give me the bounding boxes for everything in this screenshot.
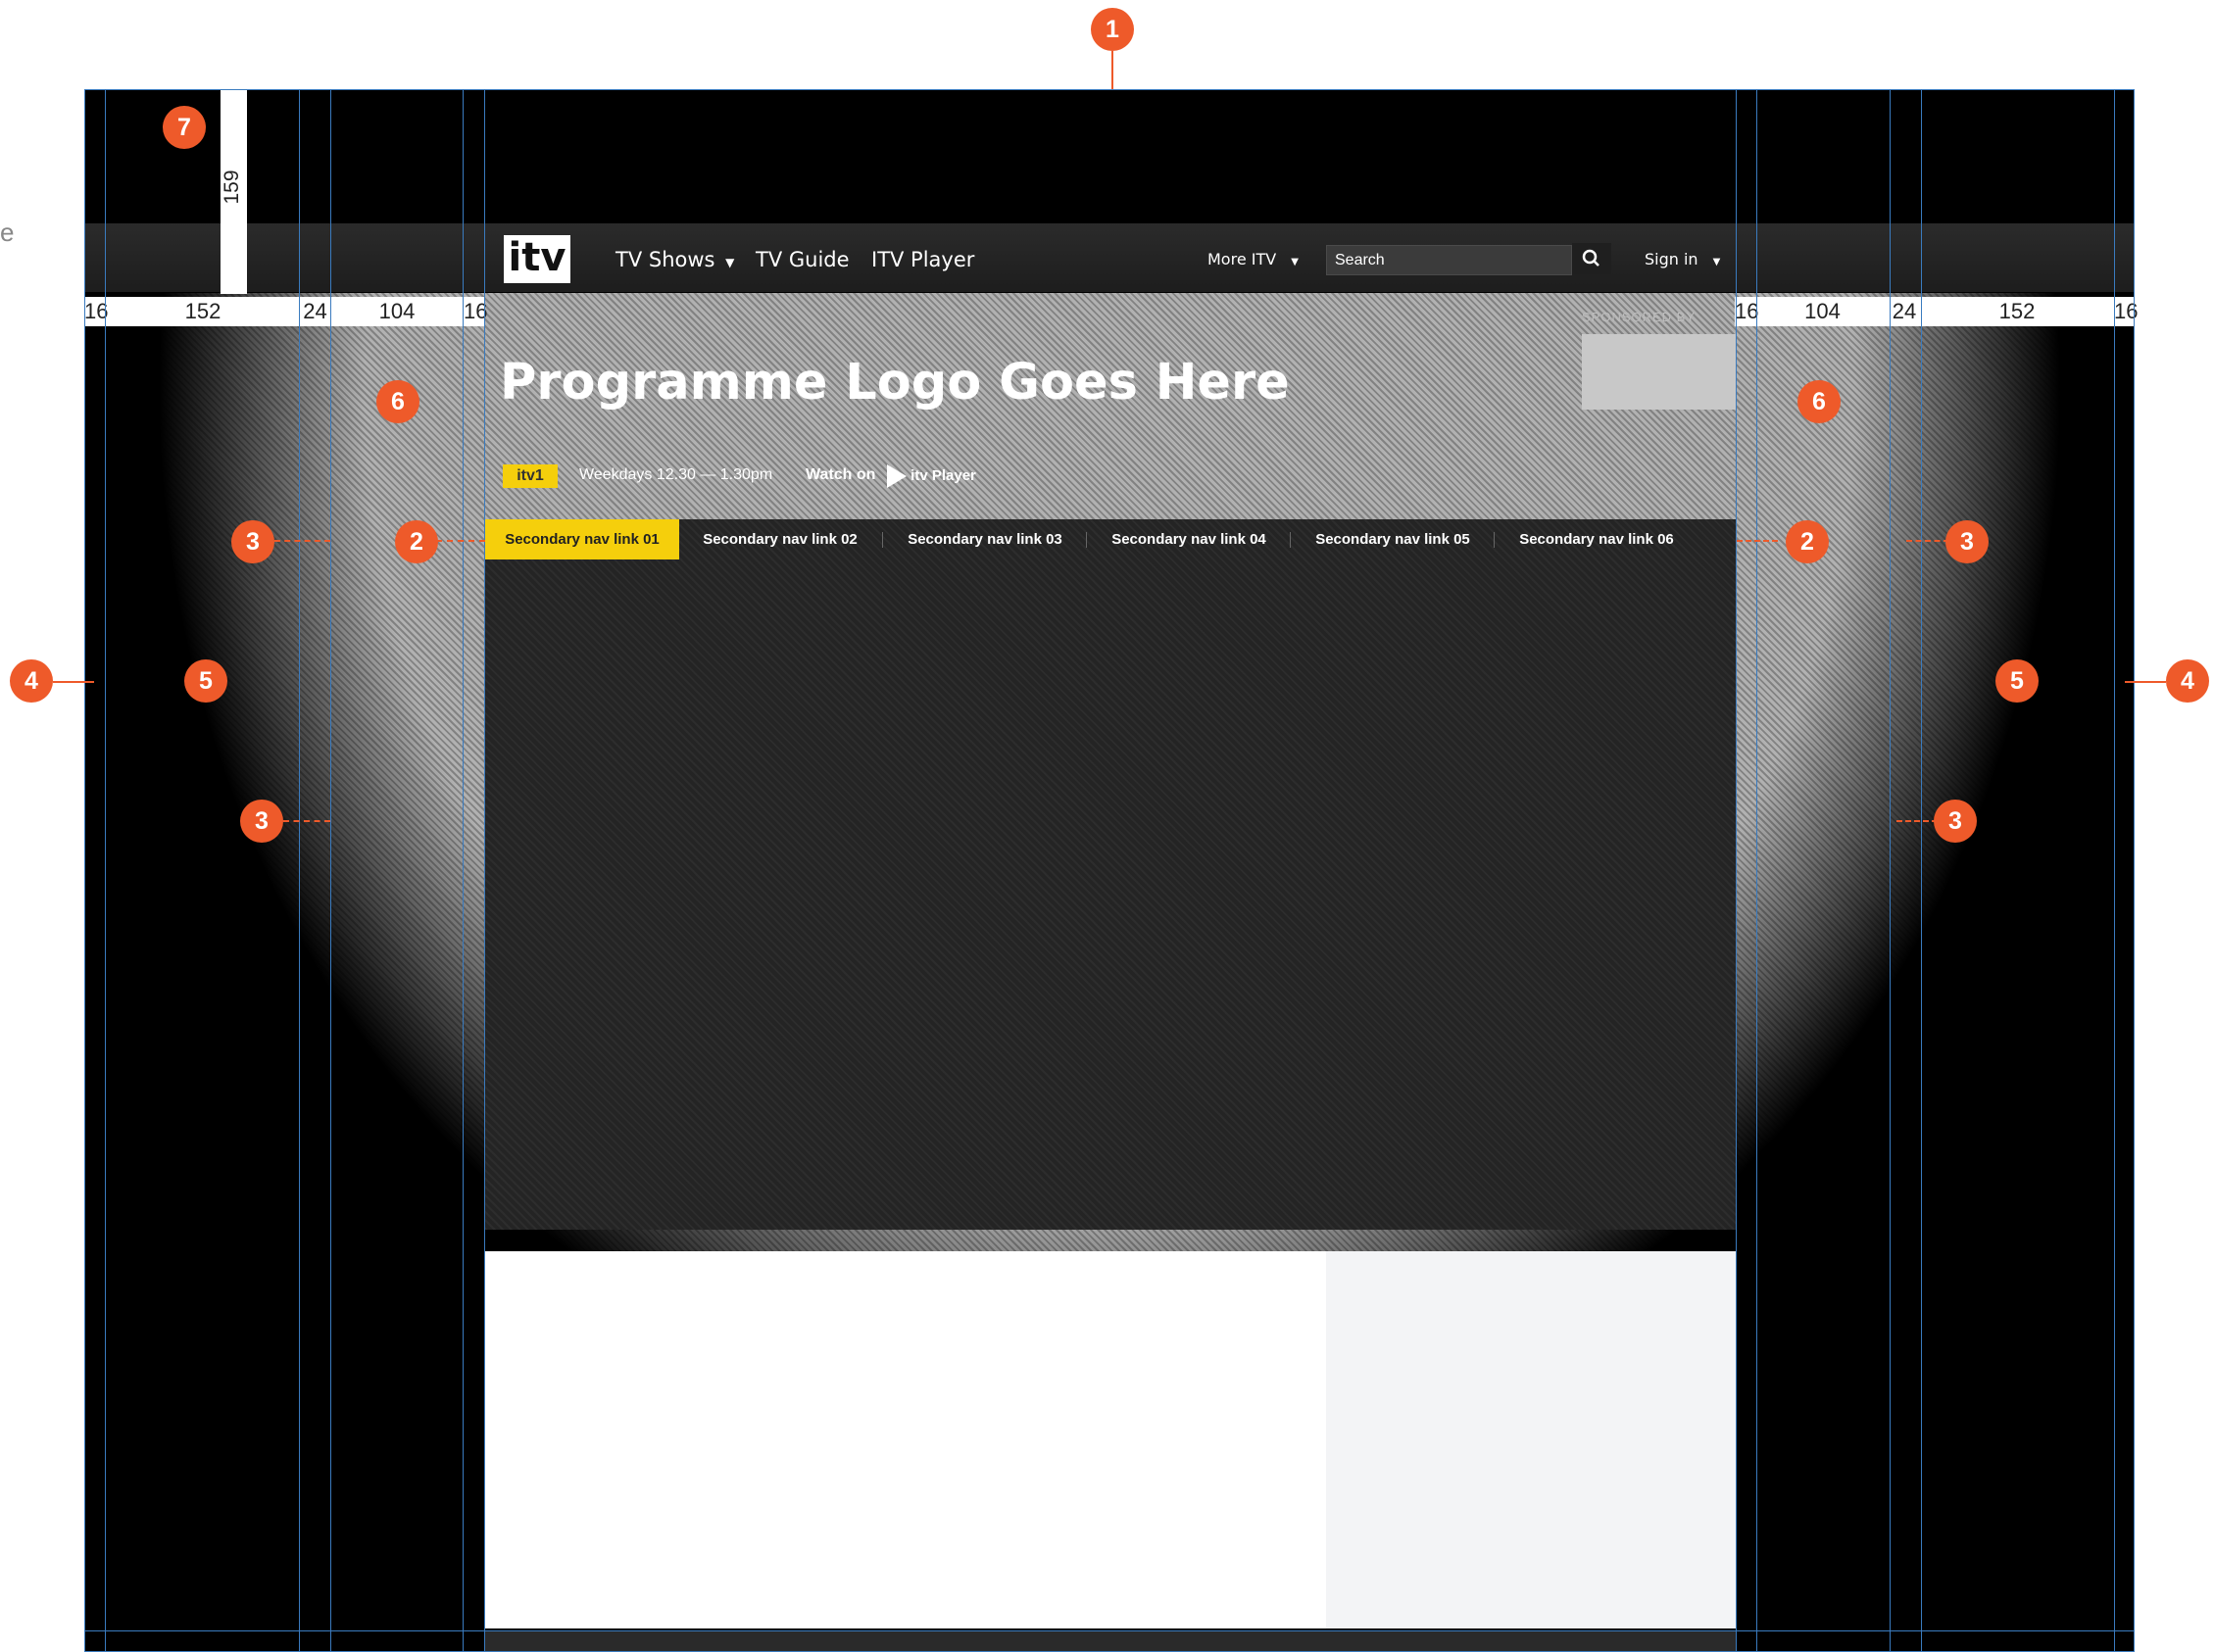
annotation-marker-6-left: 6 <box>376 380 419 423</box>
leader-2-left <box>436 540 485 542</box>
annotation-marker-4-left: 4 <box>10 659 53 703</box>
annotation-marker-3-left-bottom: 3 <box>240 800 283 843</box>
annotation-marker-6-right: 6 <box>1797 380 1841 423</box>
annotation-marker-7: 7 <box>163 106 206 149</box>
annotation-marker-3-right-top: 3 <box>1945 520 1989 563</box>
annotation-marker-3-right-bottom: 3 <box>1934 800 1977 843</box>
guide-line <box>1756 89 1757 1652</box>
leader-3a-left <box>274 540 330 542</box>
guide-line <box>330 89 331 1652</box>
leader-2-right <box>1737 540 1778 542</box>
annotation-marker-1: 1 <box>1091 8 1134 51</box>
annotation-marker-3-left-top: 3 <box>231 520 274 563</box>
annotation-marker-2-right: 2 <box>1786 520 1829 563</box>
guide-line <box>1890 89 1891 1652</box>
leader-1 <box>1111 51 1113 89</box>
edge-text: e <box>0 218 15 247</box>
leader-3b-left <box>283 820 330 822</box>
annotation-marker-2-left: 2 <box>395 520 438 563</box>
annotation-marker-4-right: 4 <box>2166 659 2209 703</box>
guide-line <box>105 89 106 1652</box>
guide-line <box>484 89 485 1652</box>
guide-line <box>299 89 300 1652</box>
guide-line <box>1921 89 1922 1652</box>
leader-4-left <box>53 681 94 683</box>
leader-3a-right <box>1906 540 1949 542</box>
leader-3b-right <box>1896 820 1938 822</box>
annotation-marker-5-left: 5 <box>184 659 227 703</box>
guide-line-horizontal <box>84 1630 2135 1631</box>
guide-line <box>463 89 464 1652</box>
annotation-marker-5-right: 5 <box>1995 659 2039 703</box>
guide-line <box>2114 89 2115 1652</box>
guide-line <box>1736 89 1737 1652</box>
canvas-outline <box>84 89 2135 1652</box>
leader-4-right <box>2125 681 2166 683</box>
